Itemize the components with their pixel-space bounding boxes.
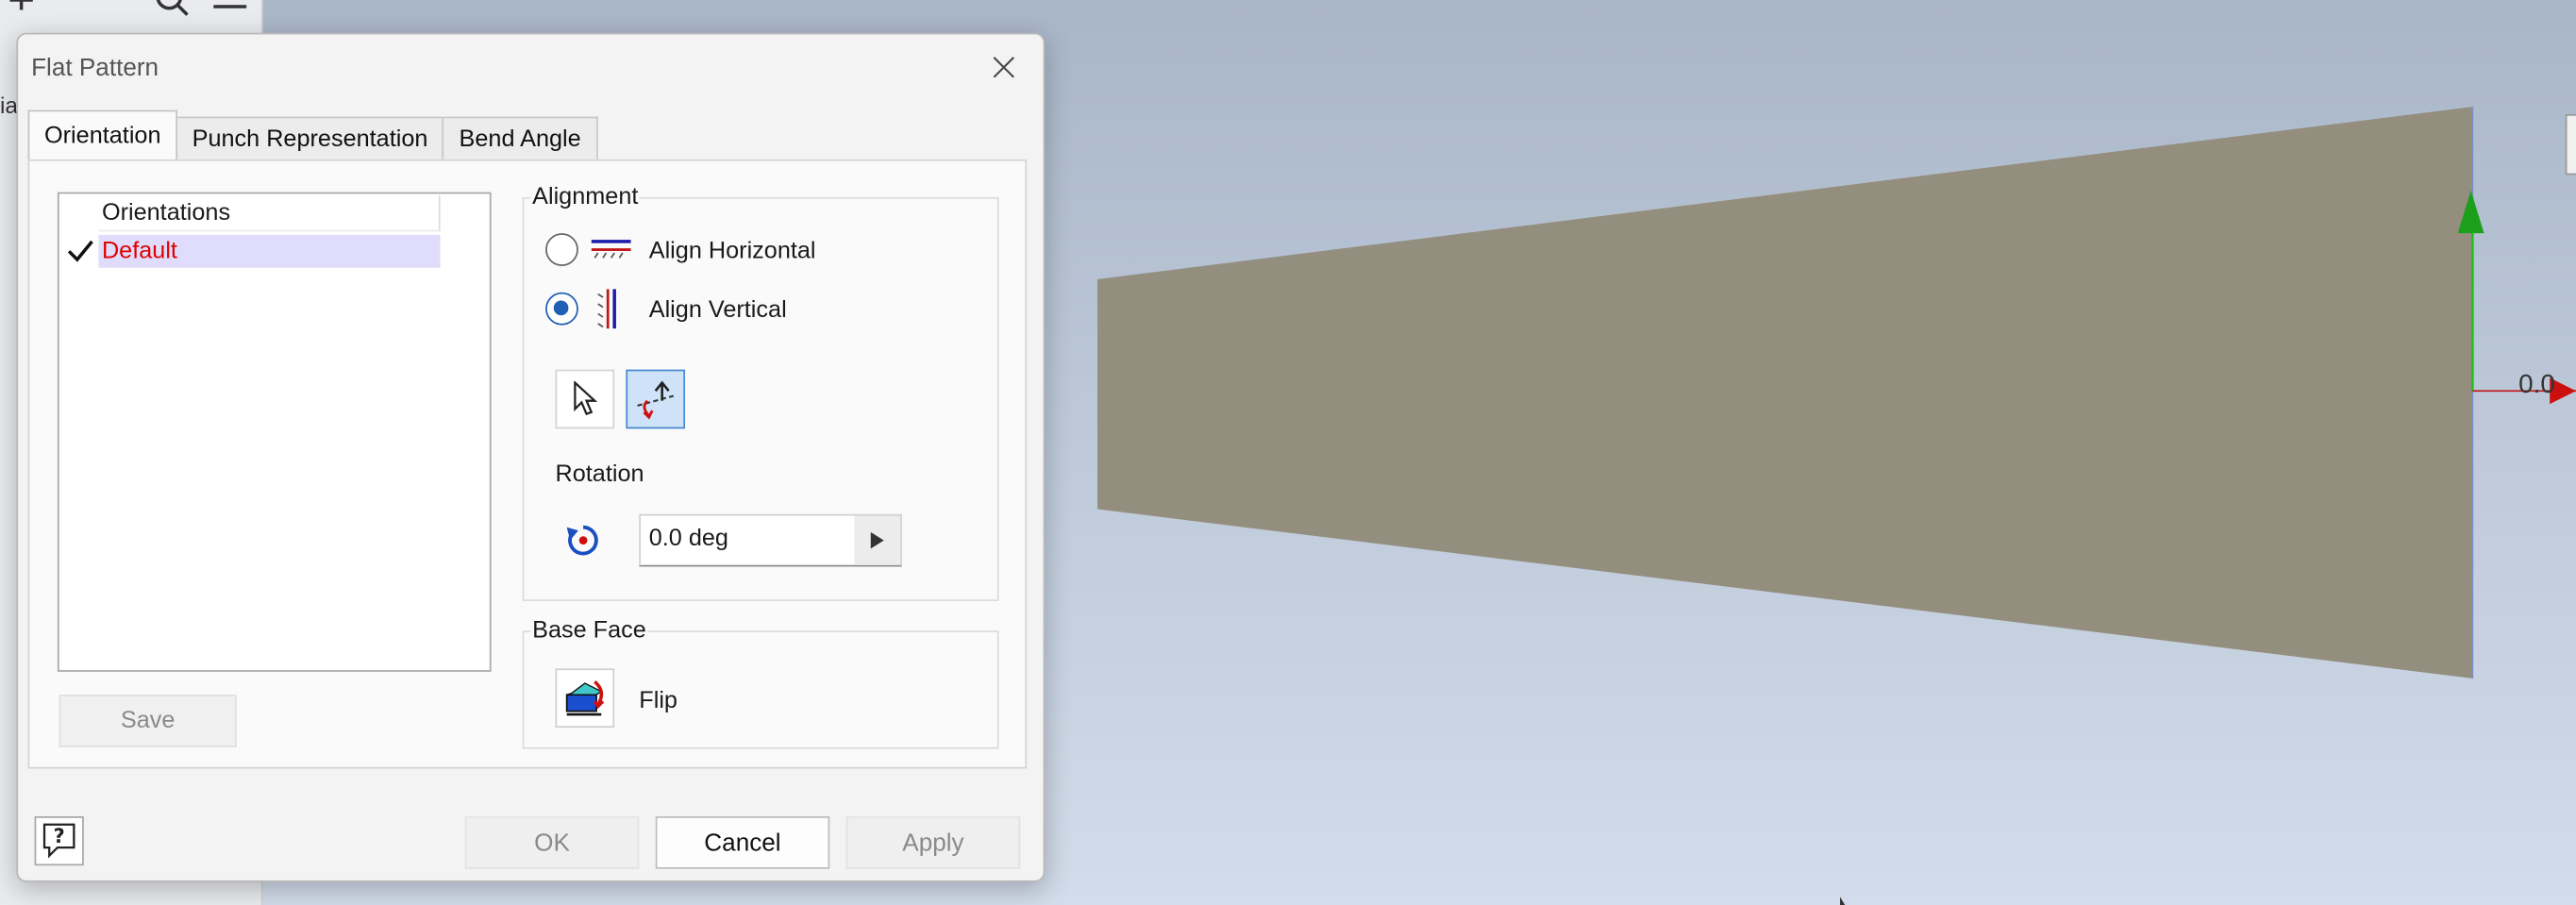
help-icon: ? <box>42 823 75 859</box>
base-face-group: Base Face Flip <box>522 617 999 749</box>
menu-icon <box>213 5 247 8</box>
flat-pattern-dialog: Flat Pattern Orientation Punch Represent… <box>16 32 1045 882</box>
alignment-group-label: Alignment <box>530 183 641 210</box>
align-horizontal-icon <box>591 240 631 259</box>
list-header-orientations: Orientations <box>98 195 441 232</box>
axis-readout: 0.0 <box>2518 371 2555 399</box>
tab-punch-representation[interactable]: Punch Representation <box>176 116 444 159</box>
align-vertical-label: Align Vertical <box>648 297 787 324</box>
align-horizontal-radio[interactable] <box>545 233 578 266</box>
align-horizontal-label: Align Horizontal <box>648 238 816 265</box>
sheet-face <box>1097 107 2473 679</box>
ok-button[interactable]: OK <box>464 816 640 869</box>
save-button[interactable]: Save <box>59 695 237 747</box>
check-icon <box>67 240 93 262</box>
apply-button[interactable]: Apply <box>845 816 1021 869</box>
rotation-spin-button[interactable] <box>854 515 901 565</box>
list-item[interactable]: Default <box>98 234 441 268</box>
alignment-group: Alignment Align Horizontal Align Vertica… <box>522 183 999 602</box>
dialog-title: Flat Pattern <box>31 54 159 83</box>
orientations-list[interactable]: Orientations Default <box>57 192 492 672</box>
partial-label: ia <box>0 92 18 119</box>
rotation-label: Rotation <box>555 461 644 488</box>
select-cursor-button[interactable] <box>555 369 615 429</box>
rotation-value: 0.0 deg <box>648 525 728 552</box>
align-vertical-icon <box>597 289 616 329</box>
tab-orientation[interactable]: Orientation <box>27 109 177 159</box>
base-face-group-label: Base Face <box>530 617 648 645</box>
flip-button[interactable] <box>555 668 615 729</box>
spin-right-icon <box>870 531 884 549</box>
plus-icon <box>9 0 33 10</box>
flip-face-icon <box>565 679 605 716</box>
viewcube-edge <box>2565 113 2576 176</box>
align-vertical-radio[interactable] <box>545 292 578 326</box>
search-icon <box>156 0 189 16</box>
select-edge-icon <box>637 380 675 420</box>
orientation-panel: Orientations Default Save Alignment Alig… <box>27 159 1028 769</box>
close-icon <box>993 57 1014 78</box>
close-button[interactable] <box>980 47 1027 87</box>
tab-bend-angle[interactable]: Bend Angle <box>443 116 598 159</box>
rotate-icon <box>566 525 598 556</box>
svg-text:?: ? <box>54 825 65 847</box>
cancel-button[interactable]: Cancel <box>655 816 830 869</box>
help-button[interactable]: ? <box>34 816 84 866</box>
flip-label: Flip <box>639 688 677 715</box>
rotation-input[interactable]: 0.0 deg <box>639 513 902 567</box>
select-edge-button[interactable] <box>626 369 686 429</box>
select-cursor-icon <box>574 380 598 416</box>
tab-bar: Orientation Punch Representation Bend An… <box>27 109 598 159</box>
